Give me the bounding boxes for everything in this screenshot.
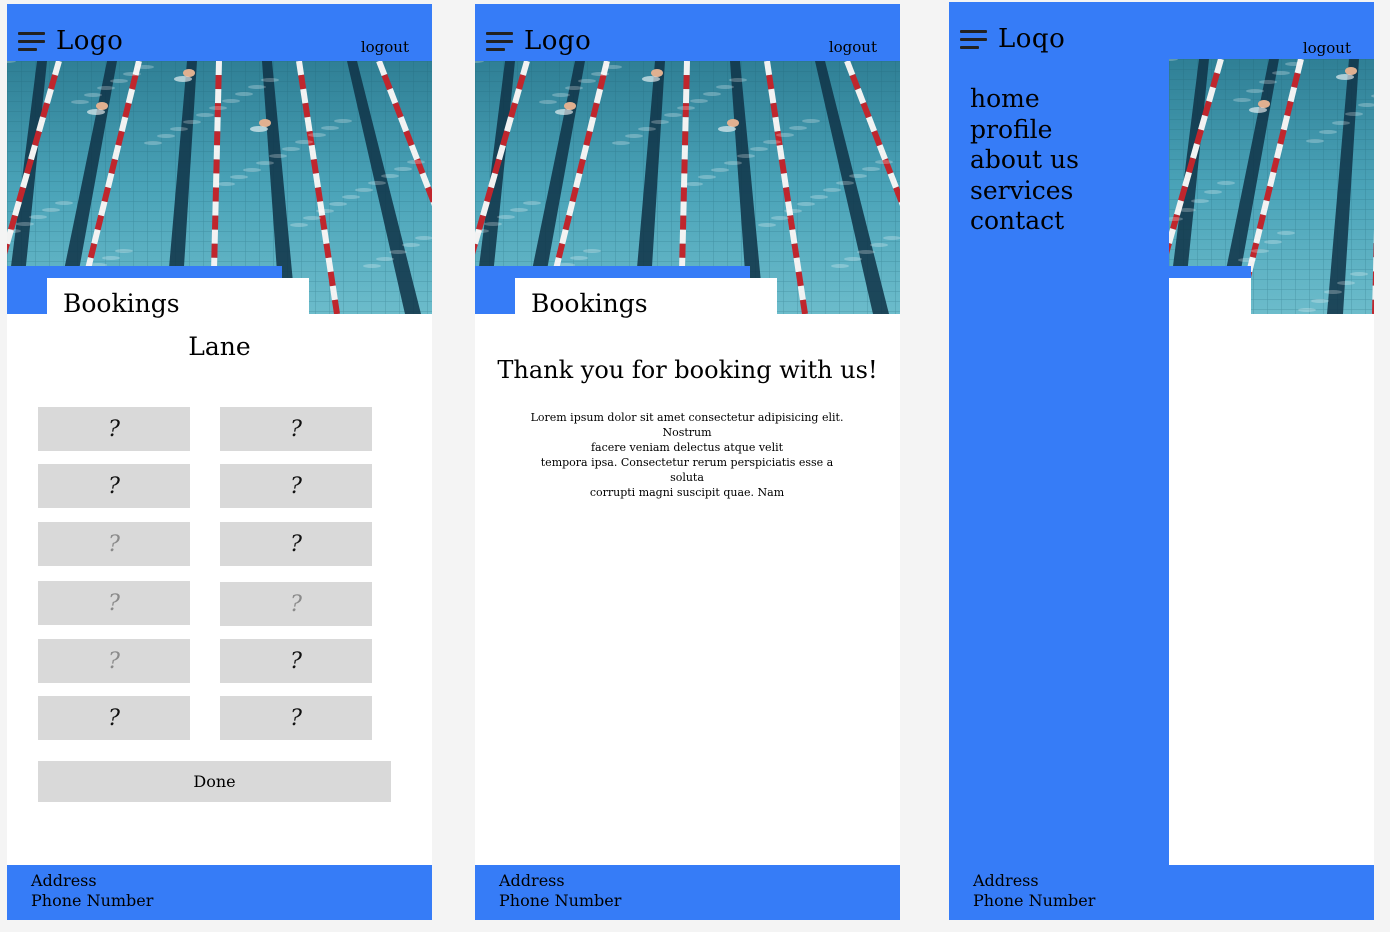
hamburger-menu-icon[interactable]	[486, 32, 513, 52]
logo[interactable]: Loqo	[998, 24, 1065, 54]
nav-item-about-us[interactable]: about us	[970, 145, 1079, 176]
footer-phone: Phone Number	[31, 891, 154, 910]
nav-item-contact[interactable]: contact	[970, 206, 1079, 237]
page-title: Bookings	[63, 289, 180, 318]
lane-slot-button[interactable]: ?	[220, 696, 372, 740]
footer: Address Phone Number	[949, 865, 1374, 920]
nav-item-profile[interactable]: profile	[970, 115, 1079, 146]
booking-confirmation-screen: Logo logout Bookings Thank you for booki…	[475, 4, 900, 920]
lane-slot-button[interactable]: ?	[220, 407, 372, 451]
lane-slot-button[interactable]: ?	[38, 407, 190, 451]
hamburger-menu-icon[interactable]	[960, 30, 987, 50]
logout-link[interactable]: logout	[1303, 39, 1351, 57]
lane-slot-button[interactable]: ?	[220, 522, 372, 566]
lane-selection-screen: Logo logout Bookings Lane ? ? ? ? ? ? ? …	[7, 4, 432, 920]
thank-you-heading: Thank you for booking with us!	[497, 356, 878, 384]
lane-slot-button[interactable]: ?	[38, 464, 190, 508]
footer-phone: Phone Number	[973, 891, 1096, 910]
footer: Address Phone Number	[475, 865, 900, 920]
logout-link[interactable]: logout	[361, 38, 409, 56]
lane-slot-button[interactable]: ?	[38, 696, 190, 740]
hamburger-menu-icon[interactable]	[18, 32, 45, 52]
top-header: Logo logout	[475, 4, 900, 61]
top-header: Loqo logout	[949, 2, 1374, 59]
footer: Address Phone Number	[7, 865, 432, 920]
bookings-title-card: Bookings	[47, 278, 309, 318]
bookings-title-card: Bookings	[515, 278, 777, 318]
menu-open-screen: Loqo logout home profile about us servic…	[949, 2, 1374, 920]
footer-address: Address	[499, 871, 565, 890]
lane-slot-button[interactable]: ?	[38, 522, 190, 566]
body-line: Lorem ipsum dolor sit amet consectetur a…	[530, 411, 844, 439]
bookings-title-card	[1169, 278, 1251, 318]
nav-item-home[interactable]: home	[970, 84, 1079, 115]
logout-link[interactable]: logout	[829, 38, 877, 56]
top-header: Logo logout	[7, 4, 432, 61]
footer-address: Address	[973, 871, 1039, 890]
lane-label: Lane	[188, 332, 251, 361]
done-button[interactable]: Done	[38, 761, 391, 802]
footer-phone: Phone Number	[499, 891, 622, 910]
lane-slot-button[interactable]: ?	[220, 639, 372, 683]
lane-slot-button[interactable]: ?	[220, 464, 372, 508]
lane-slot-button[interactable]: ?	[38, 581, 190, 625]
logo[interactable]: Logo	[524, 26, 591, 56]
nav-item-services[interactable]: services	[970, 176, 1079, 207]
body-line: corrupti magni suscipit quae. Nam	[589, 486, 785, 499]
body-line: tempora ipsa. Consectetur rerum perspici…	[540, 456, 834, 484]
footer-address: Address	[31, 871, 97, 890]
logo[interactable]: Logo	[56, 26, 123, 56]
lane-slot-button[interactable]: ?	[220, 582, 372, 626]
lane-slot-button[interactable]: ?	[38, 639, 190, 683]
side-nav-drawer: home profile about us services contact	[949, 59, 1169, 865]
page-title: Bookings	[531, 289, 648, 318]
body-line: facere veniam delectus atque velit	[590, 441, 784, 454]
confirmation-body: Lorem ipsum dolor sit amet consectetur a…	[527, 410, 847, 500]
